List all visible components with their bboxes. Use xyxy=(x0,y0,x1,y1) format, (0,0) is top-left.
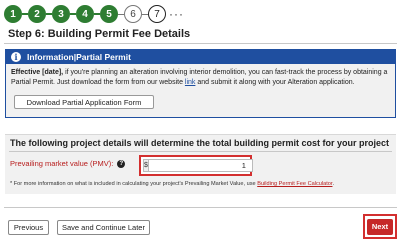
step-7: 7 xyxy=(148,5,166,23)
step-2[interactable]: 2 xyxy=(28,5,46,23)
info-text-2: and submit it along with your Alteration… xyxy=(195,79,355,86)
next-button[interactable]: Next xyxy=(367,218,393,235)
step-5[interactable]: 5 xyxy=(100,5,118,23)
page-title: Step 6: Building Permit Fee Details xyxy=(8,28,191,40)
divider xyxy=(4,207,397,208)
download-link[interactable]: link xyxy=(185,79,196,86)
step-4[interactable]: 4 xyxy=(76,5,94,23)
previous-button[interactable]: Previous xyxy=(8,220,49,235)
step-1[interactable]: 1 xyxy=(4,5,22,23)
download-partial-form-button[interactable]: Download Partial Application Form xyxy=(14,95,154,109)
pmv-field-highlight: $ xyxy=(139,155,253,176)
effective-date-label: Effective [date], xyxy=(11,69,64,76)
info-heading: Information|Partial Permit xyxy=(27,52,131,62)
pmv-footnote: * For more information on what is includ… xyxy=(10,181,334,187)
more-steps-ellipsis: ··· xyxy=(169,7,184,21)
question-icon[interactable]: ? xyxy=(117,159,126,168)
info-box-header: i Information|Partial Permit xyxy=(6,50,395,64)
step-6-current: 6 xyxy=(124,5,142,23)
info-icon: i xyxy=(11,52,21,62)
info-body-text: Effective [date], if you're planning an … xyxy=(6,64,395,88)
note-end: . xyxy=(332,181,335,187)
permit-cost-section: The following project details will deter… xyxy=(5,134,396,194)
progress-stepper: 1 2 3 4 5 6 7 ··· xyxy=(4,4,184,24)
pmv-label-text: Prevailing market value (PMV): xyxy=(10,159,114,168)
fee-calculator-link[interactable]: Building Permit Fee Calculator xyxy=(257,181,332,187)
pmv-label: Prevailing market value (PMV): ? xyxy=(10,159,126,168)
note-text: * For more information on what is includ… xyxy=(10,181,258,187)
partial-permit-info-box: i Information|Partial Permit Effective [… xyxy=(5,49,396,118)
next-button-highlight: Next xyxy=(363,214,397,239)
save-continue-later-button[interactable]: Save and Continue Later xyxy=(57,220,150,235)
divider xyxy=(4,43,397,44)
divider xyxy=(9,151,392,152)
step-3[interactable]: 3 xyxy=(52,5,70,23)
pmv-input[interactable] xyxy=(148,159,253,172)
cost-section-title: The following project details will deter… xyxy=(10,138,390,148)
